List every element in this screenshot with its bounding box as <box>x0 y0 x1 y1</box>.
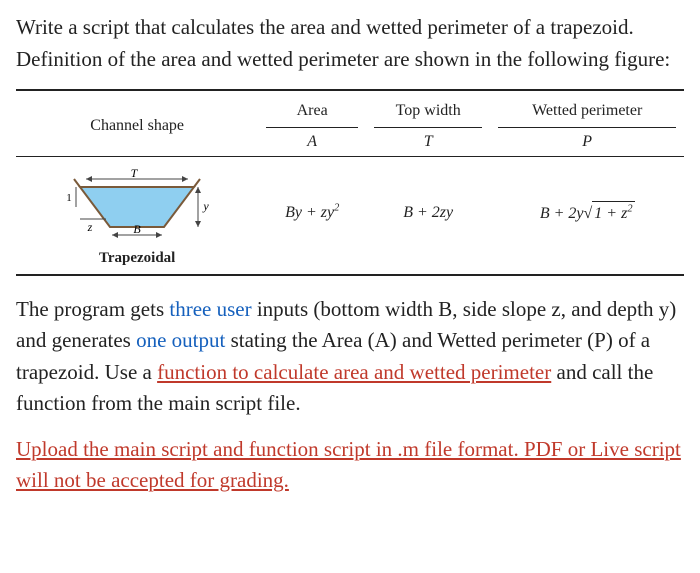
area-formula-sup: 2 <box>334 203 339 214</box>
col-header-wetted-sub: P <box>498 127 676 154</box>
diagram-T-label: T <box>131 166 139 180</box>
formula-table: Channel shape Area A Top width T Wetted … <box>16 89 684 276</box>
area-formula-text: By + zy <box>285 204 334 221</box>
wetted-sqrt-sup: 2 <box>627 203 632 214</box>
instruction-paragraph-3: Upload the main script and function scri… <box>16 434 684 497</box>
col-header-topwidth-sub: T <box>374 127 482 154</box>
col-header-area: Area A <box>258 90 366 157</box>
topwidth-formula-text: B + 2zy <box>403 204 453 221</box>
col-header-topwidth-label: Top width <box>374 99 482 125</box>
col-header-area-sub: A <box>266 127 358 154</box>
p2-t1: The program gets <box>16 297 169 321</box>
cell-topwidth: B + 2zy <box>366 157 490 275</box>
para1-text: Write a script that calculates the area … <box>16 15 670 71</box>
cell-shape: T y 1 z <box>16 157 258 275</box>
trapezoid-diagram-icon: T y 1 z <box>62 165 212 245</box>
cell-area: By + zy2 <box>258 157 366 275</box>
table-row: T y 1 z <box>16 157 684 275</box>
col-header-wetted: Wetted perimeter P <box>490 90 684 157</box>
cell-wetted: B + 2y√1 + z2 <box>490 157 684 275</box>
diagram-z-label: z <box>87 220 93 234</box>
diagram-1-label: 1 <box>66 192 72 204</box>
instruction-paragraph-2: The program gets three user inputs (bott… <box>16 294 684 420</box>
col-header-shape-label: Channel shape <box>24 114 250 140</box>
p3-red1: Upload the main script and function scri… <box>16 437 681 493</box>
wetted-sqrt-body: 1 + z <box>594 205 627 222</box>
p2-blue1: three user <box>169 297 251 321</box>
p2-red1: function to calculate area and wetted pe… <box>157 360 551 384</box>
col-header-topwidth: Top width T <box>366 90 490 157</box>
wetted-formula-prefix: B + 2y <box>540 205 584 222</box>
instruction-paragraph-1: Write a script that calculates the area … <box>16 12 684 75</box>
diagram-B-label: B <box>133 222 141 236</box>
col-header-shape: Channel shape <box>16 90 258 157</box>
col-header-area-label: Area <box>266 99 358 125</box>
col-header-wetted-label: Wetted perimeter <box>498 99 676 125</box>
shape-label: Trapezoidal <box>20 247 254 270</box>
diagram-y-label: y <box>202 199 209 213</box>
p2-blue2: one output <box>136 328 225 352</box>
